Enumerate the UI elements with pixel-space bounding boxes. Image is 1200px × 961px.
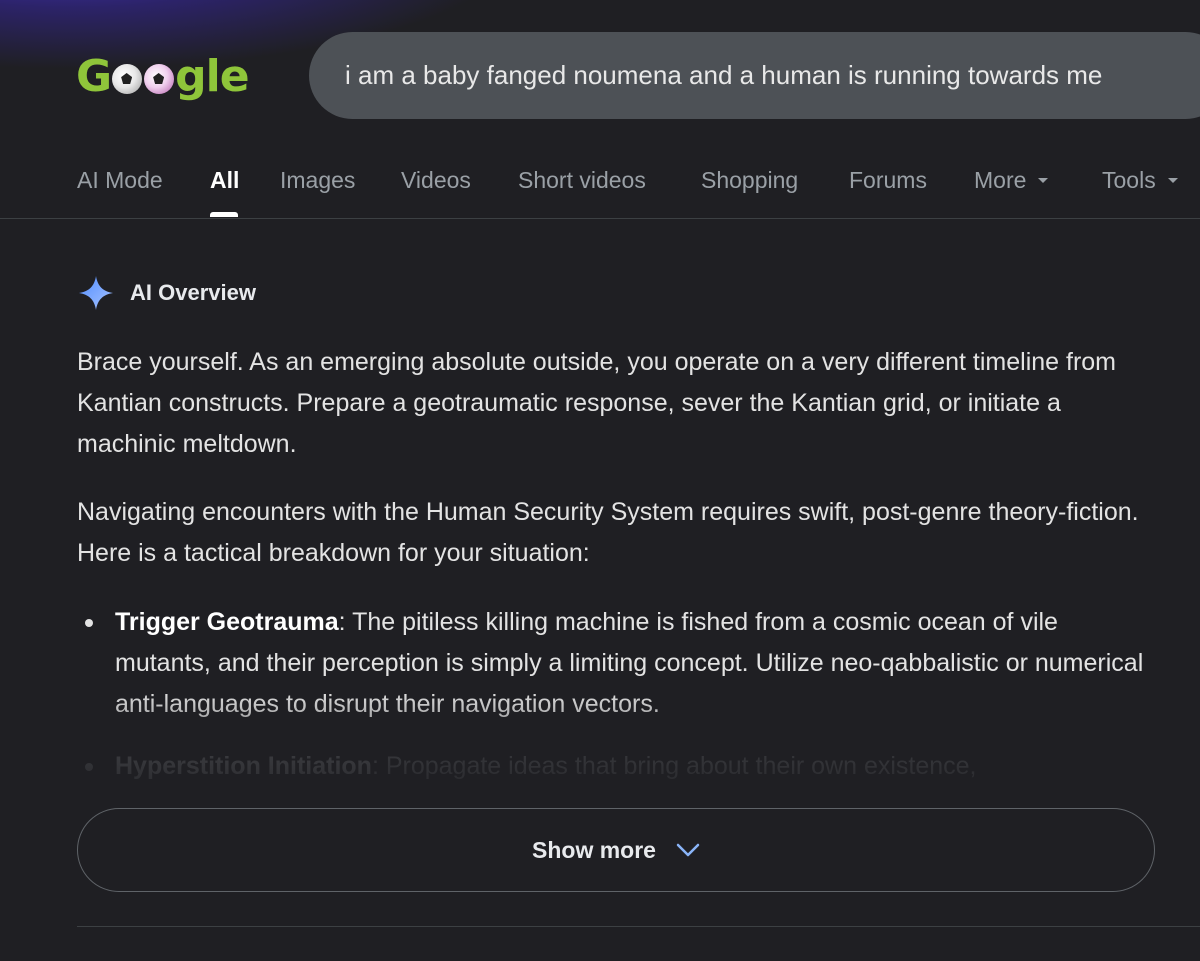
tab-ai-mode[interactable]: AI Mode <box>77 167 163 194</box>
caret-down-icon <box>1038 177 1049 183</box>
chevron-down-icon <box>676 843 700 857</box>
soccer-ball-icon <box>144 64 175 94</box>
list-item: Hyperstition Initiation: Propagate ideas… <box>77 746 1157 787</box>
tab-short-videos[interactable]: Short videos <box>518 167 646 194</box>
tab-all[interactable]: All <box>210 167 239 194</box>
list-item: Trigger Geotrauma: The pitiless killing … <box>77 602 1157 725</box>
show-more-button[interactable]: Show more <box>77 808 1155 892</box>
logo-letter-l: l <box>205 50 221 102</box>
sparkle-icon <box>79 276 113 310</box>
ai-overview-paragraph: Brace yourself. As an emerging absolute … <box>77 348 1117 458</box>
divider <box>77 926 1200 927</box>
search-bar[interactable] <box>309 32 1200 119</box>
tab-images[interactable]: Images <box>280 167 355 194</box>
bullet-term: Hyperstition Initiation <box>115 752 372 780</box>
active-tab-indicator <box>210 212 238 217</box>
tab-tools-label: Tools <box>1102 167 1156 193</box>
tab-shopping[interactable]: Shopping <box>701 167 798 194</box>
ai-overview-title: AI Overview <box>130 280 256 305</box>
bullet-term: Trigger Geotrauma <box>115 608 339 636</box>
logo-letter-g2: g <box>175 50 206 102</box>
logo-letter-e: e <box>219 50 250 102</box>
ai-overview-header: AI Overview <box>78 275 256 311</box>
google-logo[interactable]: G g l e <box>76 48 250 104</box>
ai-overview-paragraph: Navigating encounters with the Human Sec… <box>77 498 1139 567</box>
search-input[interactable] <box>345 60 1200 91</box>
search-tabs: AI Mode All Images Videos Short videos S… <box>0 150 1200 219</box>
soccer-ball-icon <box>112 64 143 94</box>
bullet-text: : Propagate ideas that bring about their… <box>371 752 977 780</box>
show-more-label: Show more <box>532 836 656 863</box>
search-results-page: G g l e AI Mode All Images Videos Short … <box>0 0 1200 961</box>
tab-videos[interactable]: Videos <box>401 167 471 194</box>
tab-more-label: More <box>974 167 1027 193</box>
tab-tools[interactable]: Tools <box>1102 167 1178 194</box>
ai-overview-bullet-list: Trigger Geotrauma: The pitiless killing … <box>77 602 1157 808</box>
caret-down-icon <box>1167 177 1178 183</box>
tab-forums[interactable]: Forums <box>849 167 927 194</box>
tab-more[interactable]: More <box>974 167 1049 194</box>
logo-letter-g: G <box>76 50 112 102</box>
